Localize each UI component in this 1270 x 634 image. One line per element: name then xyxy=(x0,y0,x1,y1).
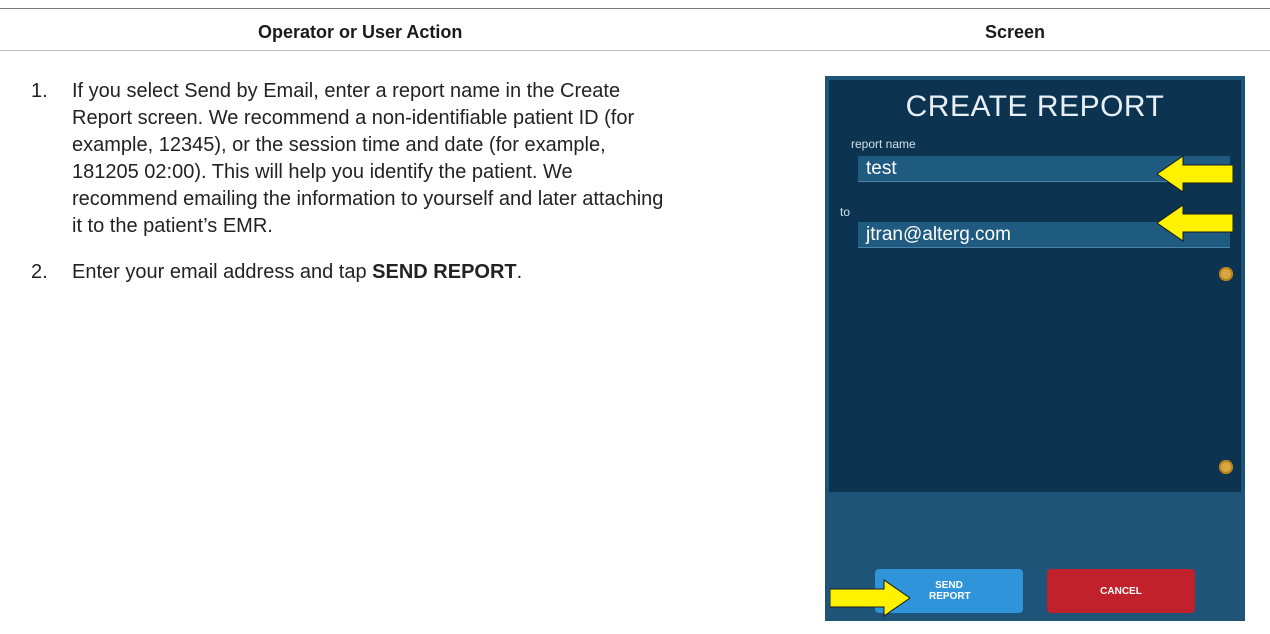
step-number: 2. xyxy=(31,261,48,283)
header-divider xyxy=(0,50,1270,51)
callout-arrow-icon xyxy=(1157,204,1233,242)
cancel-button[interactable]: CANCEL xyxy=(1047,569,1195,613)
step-text-bold: SEND REPORT xyxy=(372,261,517,283)
column-header-action: Operator or User Action xyxy=(258,22,463,42)
step-text: Enter your email address and tap SEND RE… xyxy=(72,259,522,286)
callout-arrow-icon xyxy=(830,579,910,617)
callout-arrow-icon xyxy=(1157,155,1233,193)
to-label: to xyxy=(840,205,851,219)
create-report-panel: CREATE REPORT report name test to jtran@… xyxy=(829,80,1241,492)
step-2: 2. Enter your email address and tap SEND… xyxy=(31,259,671,286)
step-text-after: . xyxy=(516,261,523,283)
step-list: 1. If you select Send by Email, enter a … xyxy=(31,78,671,305)
table-top-rule xyxy=(0,8,1270,9)
send-report-label: SEND REPORT xyxy=(929,580,971,602)
step-text-before: Enter your email address and tap xyxy=(72,261,373,283)
step-1: 1. If you select Send by Email, enter a … xyxy=(31,78,671,240)
create-report-screenshot: CREATE REPORT report name test to jtran@… xyxy=(825,76,1245,621)
column-header-screen: Screen xyxy=(985,22,1046,42)
scroll-indicator-icon[interactable] xyxy=(1219,267,1233,281)
step-number: 1. xyxy=(31,80,48,102)
scroll-indicator-icon[interactable] xyxy=(1219,460,1233,474)
step-text: If you select Send by Email, enter a rep… xyxy=(72,80,664,237)
screen-title: CREATE REPORT xyxy=(905,90,1165,123)
report-name-label: report name xyxy=(851,137,916,151)
